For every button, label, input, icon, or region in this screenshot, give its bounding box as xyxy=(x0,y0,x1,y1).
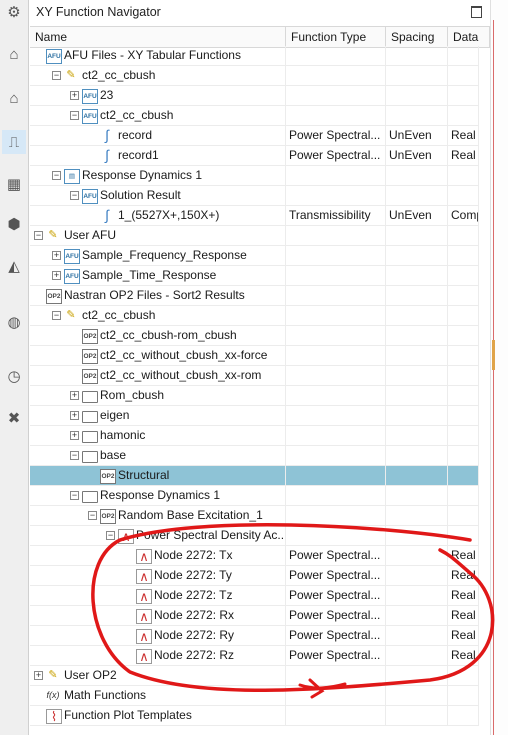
red-annotation-overlay xyxy=(91,523,495,699)
red-freehand-circle xyxy=(91,523,495,692)
